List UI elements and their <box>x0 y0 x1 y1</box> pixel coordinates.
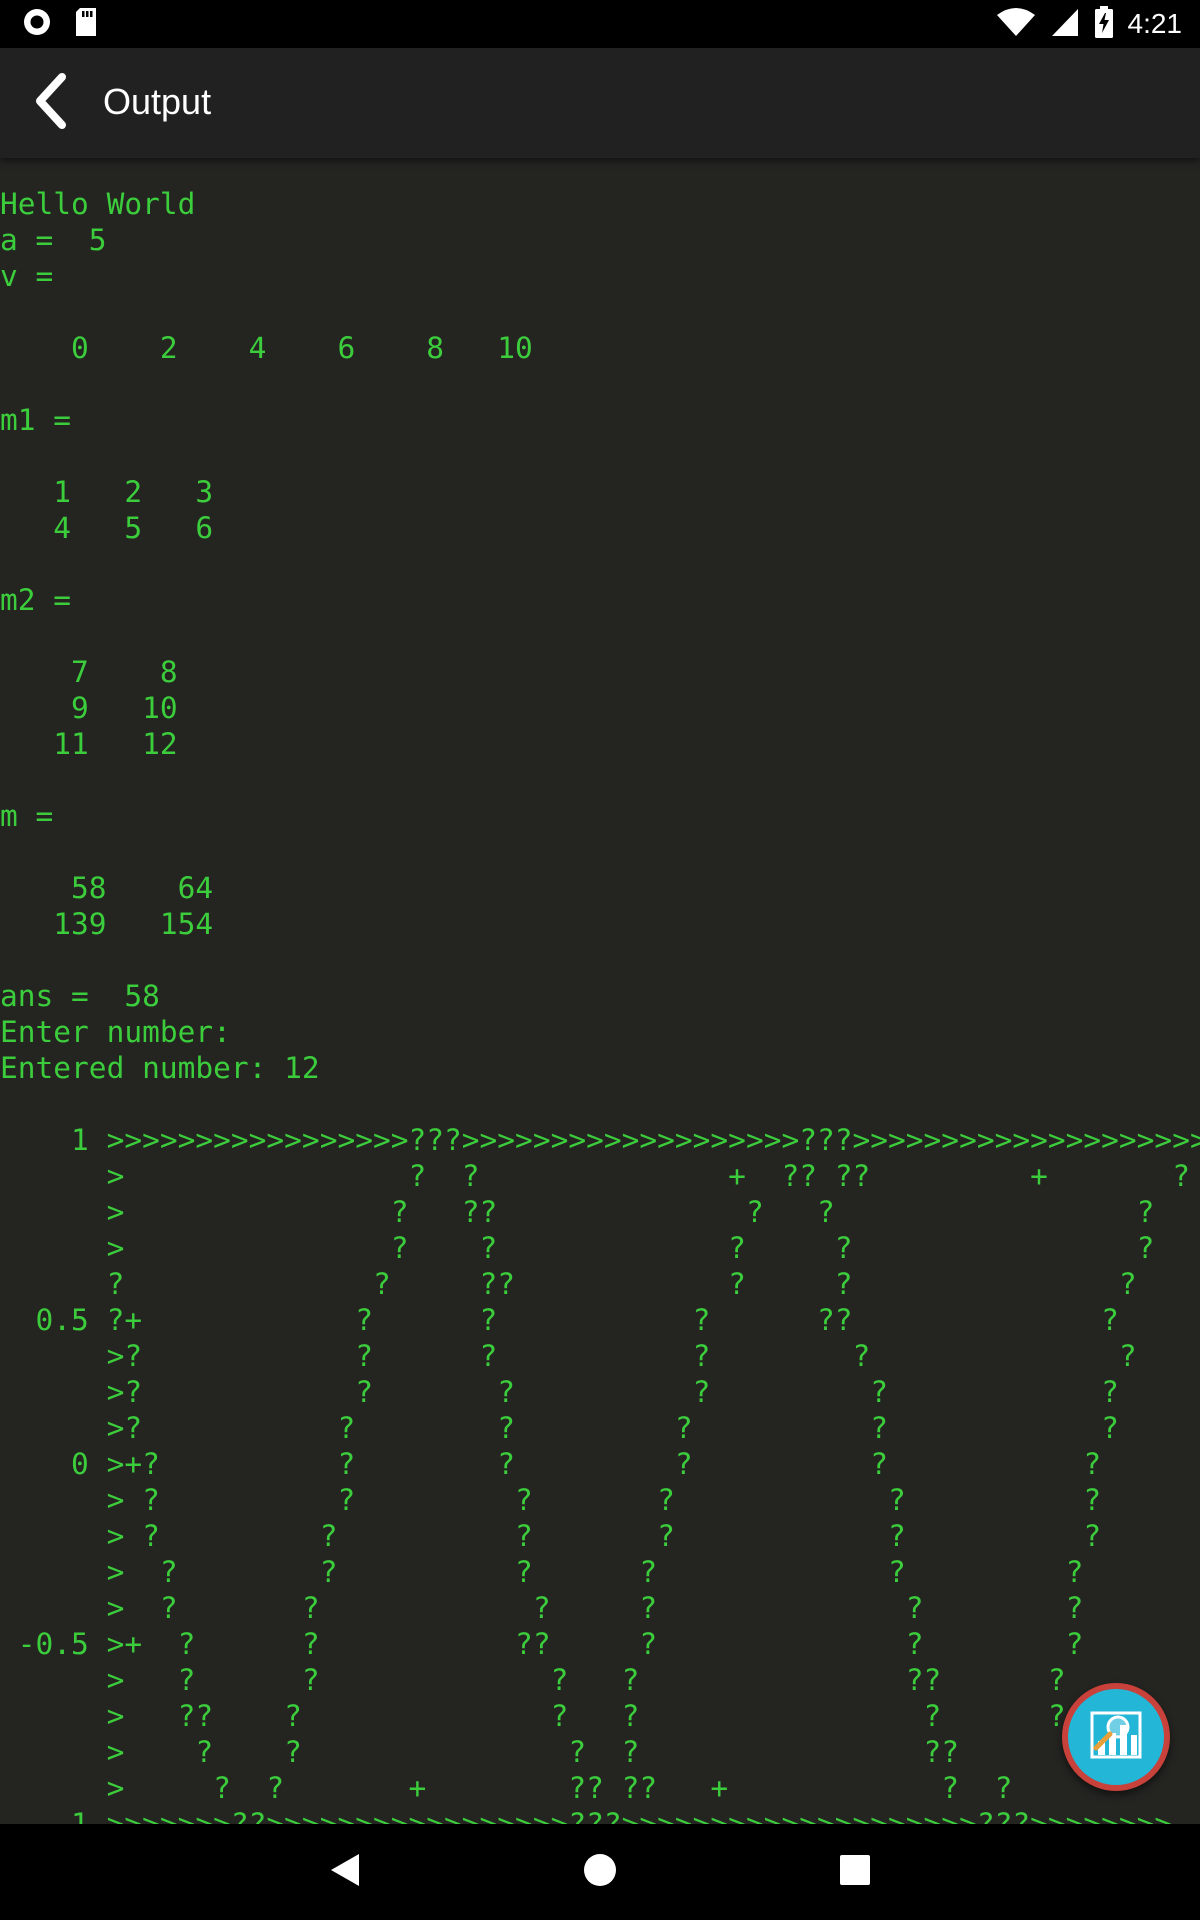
console-line: Entered number: 12 <box>0 1051 320 1085</box>
console-output[interactable]: Hello World a = 5 v = 0 2 4 6 8 10 m1 = … <box>0 158 1200 1824</box>
home-circle-icon <box>580 1850 620 1895</box>
status-right-icons: 4:21 <box>996 5 1183 43</box>
console-line: 0 2 4 6 8 10 <box>0 331 533 365</box>
graph-magnifier-icon <box>1084 1703 1148 1772</box>
console-line: 4 5 6 <box>0 511 214 545</box>
console-line: >? ? ? ? ? ? <box>0 1375 1119 1409</box>
console-line: > ? ? + ?? ?? + ? ? <box>0 1771 1013 1805</box>
sd-card-icon <box>74 7 98 42</box>
console-line: 1 2 3 <box>0 475 214 509</box>
status-left-icons <box>22 7 98 42</box>
console-line: > ? ? ? ? ? <box>0 1231 1155 1265</box>
back-triangle-icon <box>325 1850 365 1895</box>
cell-signal-icon <box>1050 7 1080 42</box>
console-line: > ?? ? ? ? ? ? <box>0 1699 1066 1733</box>
console-line: 11 12 <box>0 727 178 761</box>
console-text: Hello World a = 5 v = 0 2 4 6 8 10 m1 = … <box>0 186 1200 1824</box>
console-line: > ? ? ? ? ? ? <box>0 1591 1084 1625</box>
console-line: > ? ? ? ? ? ? <box>0 1483 1102 1517</box>
chevron-left-icon <box>30 72 70 134</box>
app-bar: Output <box>0 48 1200 158</box>
console-line: Enter number: <box>0 1015 231 1049</box>
console-line: >? ? ? ? ? ? <box>0 1411 1119 1445</box>
console-line: ans = 58 <box>0 979 160 1013</box>
back-button[interactable] <box>14 71 86 135</box>
nav-back-button[interactable] <box>305 1842 385 1902</box>
console-line: 7 8 <box>0 655 178 689</box>
console-line: ? ? ?? ? ? ? <box>0 1267 1137 1301</box>
console-line: > ? ? ? ? ? ? <box>0 1555 1084 1589</box>
console-line: > ? ? ? ? ?? <box>0 1735 960 1769</box>
console-line: 9 10 <box>0 691 178 725</box>
console-line: Hello World <box>0 187 196 221</box>
console-line: 58 64 <box>0 871 214 905</box>
system-nav-bar <box>0 1824 1200 1920</box>
console-line: > ? ?? ? ? ? <box>0 1195 1155 1229</box>
console-line: 139 154 <box>0 907 214 941</box>
recording-circle-icon <box>22 7 52 42</box>
console-line: -1 >>>>>>>??>>>>>>>>>>>>>>>>>???>>>>>>>>… <box>0 1807 1173 1824</box>
status-bar: 4:21 <box>0 0 1200 48</box>
console-line: > ? ? ? ? ?? ? <box>0 1663 1066 1697</box>
console-line: -0.5 >+ ? ? ?? ? ? ? <box>0 1627 1084 1661</box>
console-line: >? ? ? ? ? ? <box>0 1339 1137 1373</box>
console-line: m2 = <box>0 583 72 617</box>
console-line: > ? ? ? ? ? ? <box>0 1519 1102 1553</box>
console-line: 0.5 ?+ ? ? ? ?? ? <box>0 1303 1119 1337</box>
wifi-icon <box>996 7 1036 42</box>
console-line: m = <box>0 799 54 833</box>
battery-charging-icon <box>1094 5 1114 43</box>
nav-home-button[interactable] <box>560 1842 640 1902</box>
console-line: v = <box>0 259 54 293</box>
console-line: 1 >>>>>>>>>>>>>>>>>???>>>>>>>>>>>>>>>>>>… <box>0 1123 1200 1157</box>
nav-recents-button[interactable] <box>815 1842 895 1902</box>
page-title: Output <box>103 81 212 122</box>
recents-square-icon <box>835 1850 875 1895</box>
status-time: 4:21 <box>1127 8 1183 39</box>
console-line: > ? ? + ?? ?? + ? <box>0 1159 1190 1193</box>
console-line: a = 5 <box>0 223 107 257</box>
fab-inner <box>1068 1689 1164 1785</box>
console-line: 0 >+? ? ? ? ? ? <box>0 1447 1102 1481</box>
graph-view-button[interactable] <box>1062 1683 1170 1791</box>
console-line: m1 = <box>0 403 72 437</box>
